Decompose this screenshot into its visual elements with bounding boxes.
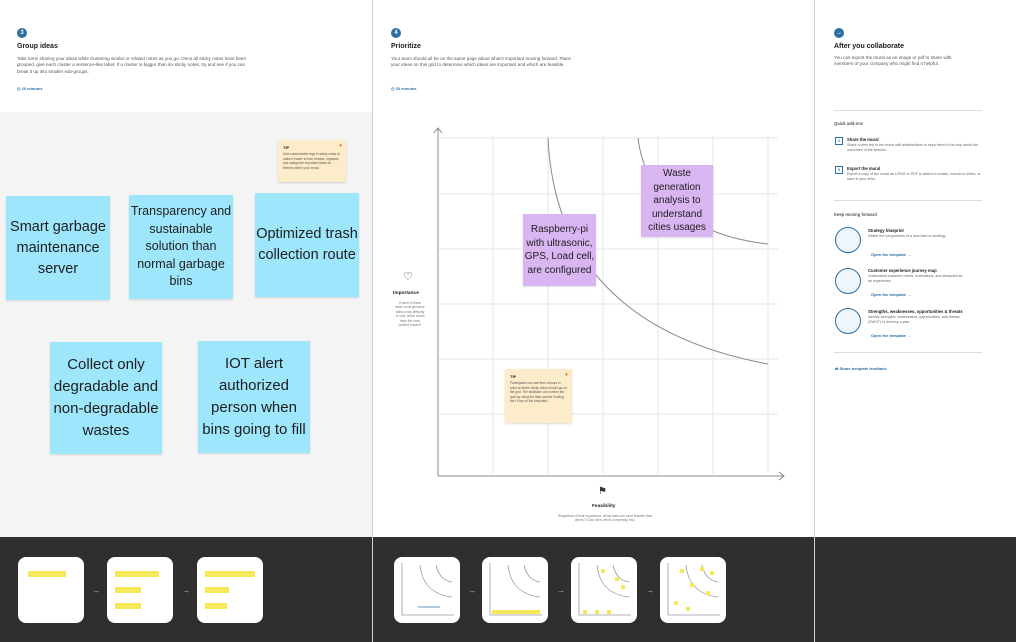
priority-note[interactable]: Waste generation analysis to understand … <box>641 165 713 237</box>
journey-map-icon[interactable] <box>835 268 861 294</box>
grid-thumb-drawing <box>489 563 542 616</box>
addon-title: Export the mural <box>847 166 881 171</box>
feasibility-label: Feasibility <box>592 504 616 509</box>
importance-description: If each of these tasks could get done wi… <box>395 301 425 328</box>
template-title: Strategy blueprint <box>868 228 904 233</box>
step-thumbnail <box>394 557 460 623</box>
template-description: Understand customer needs, motivations, … <box>868 274 963 283</box>
template-feedback-link[interactable]: ⇄ Share template feedback <box>835 366 887 371</box>
heart-icon: ♡ <box>403 271 413 283</box>
importance-label: Importance <box>393 291 419 296</box>
addon-description: Share a view link to the mural with stak… <box>847 143 979 152</box>
thumb-note <box>205 603 227 609</box>
step-thumbnail <box>660 557 726 623</box>
arrow-right-badge-icon: → <box>834 28 844 38</box>
step-thumbnail <box>18 557 84 623</box>
open-template-link[interactable]: Open the template → <box>871 292 911 297</box>
arrow-icon: → <box>468 586 476 595</box>
addon-description: Export a copy of the mural as a PNG or P… <box>847 172 981 181</box>
divider-line <box>834 352 982 353</box>
grid-thumb-drawing <box>401 563 454 616</box>
sticky-note[interactable]: Collect only degradable and non-degradab… <box>50 342 162 454</box>
thumb-note <box>115 571 159 577</box>
thumb-note <box>115 603 141 609</box>
step-thumbnail <box>107 557 173 623</box>
template-description: Identify strengths, weaknesses, opportun… <box>868 315 960 324</box>
prioritize-title: Prioritize <box>391 43 421 50</box>
group-ideas-panel: 3 Group ideas Take turns sharing your id… <box>0 0 372 642</box>
keep-moving-heading: Keep moving forward <box>834 212 877 217</box>
swot-icon[interactable] <box>835 308 861 334</box>
step-thumbnail <box>571 557 637 623</box>
prioritize-description: Your team should all be on the same page… <box>391 56 571 68</box>
template-title: Customer experience journey map <box>868 268 937 273</box>
step-thumbnail <box>482 557 548 623</box>
tip-note[interactable]: TIP ♦ Add customizable tags to sticky no… <box>278 140 346 182</box>
arrow-icon: → <box>646 586 654 595</box>
group-ideas-description: Take turns sharing your ideas while clus… <box>17 56 247 74</box>
lightbulb-icon: ♦ <box>564 372 568 378</box>
bottom-preview-bar <box>815 537 1016 642</box>
share-mural-icon[interactable]: A <box>835 137 843 145</box>
after-title: After you collaborate <box>834 43 905 50</box>
addon-title: Share the mural <box>847 137 879 142</box>
sticky-note[interactable]: Transparency and sustainable solution th… <box>129 195 233 299</box>
tip-text: Participants can use their cursors to po… <box>510 381 567 404</box>
timer-text: 20 minutes <box>21 86 43 91</box>
grid-thumb-drawing <box>578 563 631 616</box>
template-description: Define the components of a new idea or s… <box>868 234 947 238</box>
tip-text: Add customizable tags to sticky notes to… <box>283 152 340 170</box>
step-number-badge: 4 <box>391 28 401 38</box>
feedback-text: Share template feedback <box>839 366 887 371</box>
sticky-note[interactable]: IOT alert authorized person when bins go… <box>198 341 310 453</box>
thumb-note <box>205 587 229 593</box>
timer-label: ◷ 20 minutes <box>17 86 43 91</box>
group-ideas-title: Group ideas <box>17 43 58 50</box>
prioritize-panel: 4 Prioritize Your team should all be on … <box>373 0 814 642</box>
after-description: You can export the mural as an image or … <box>834 55 952 67</box>
after-collaborate-panel: → After you collaborate You can export t… <box>815 0 1016 642</box>
arrow-icon: → <box>92 586 100 595</box>
arrow-icon: → <box>182 586 190 595</box>
tip-label: TIP <box>510 374 517 379</box>
divider-line <box>834 110 982 111</box>
thumb-note <box>115 587 141 593</box>
timer-label: ◷ 20 minutes <box>391 86 417 91</box>
divider-line <box>834 200 982 201</box>
sticky-note[interactable]: Optimized trash collection route <box>255 193 359 297</box>
tip-label: TIP <box>283 145 290 150</box>
arrow-icon: → <box>557 586 565 595</box>
timer-text: 20 minutes <box>395 86 417 91</box>
grid-thumb-drawing <box>667 563 720 616</box>
open-template-link[interactable]: Open the template → <box>871 333 911 338</box>
export-mural-icon[interactable]: B <box>835 166 843 174</box>
step-number-badge: 3 <box>17 28 27 38</box>
thumb-note <box>28 571 66 577</box>
feasibility-description: Regardless of their importance, which ta… <box>557 514 653 523</box>
lightbulb-icon: ♦ <box>338 143 342 149</box>
thumb-note <box>205 571 255 577</box>
open-template-link[interactable]: Open the template → <box>871 252 911 257</box>
tip-note[interactable]: TIP ♦ Participants can use their cursors… <box>505 369 572 423</box>
priority-grid <box>433 127 785 481</box>
step-thumbnail <box>197 557 263 623</box>
sticky-note[interactable]: Smart garbage maintenance server <box>6 196 110 300</box>
priority-note[interactable]: Raspberry-pi with ultrasonic, GPS, Load … <box>523 214 596 286</box>
flag-icon: ⚑ <box>598 486 607 497</box>
quick-addons-heading: Quick add-ons <box>834 121 864 126</box>
strategy-blueprint-icon[interactable] <box>835 227 861 253</box>
template-title: Strengths, weaknesses, opportunities & t… <box>868 309 963 314</box>
